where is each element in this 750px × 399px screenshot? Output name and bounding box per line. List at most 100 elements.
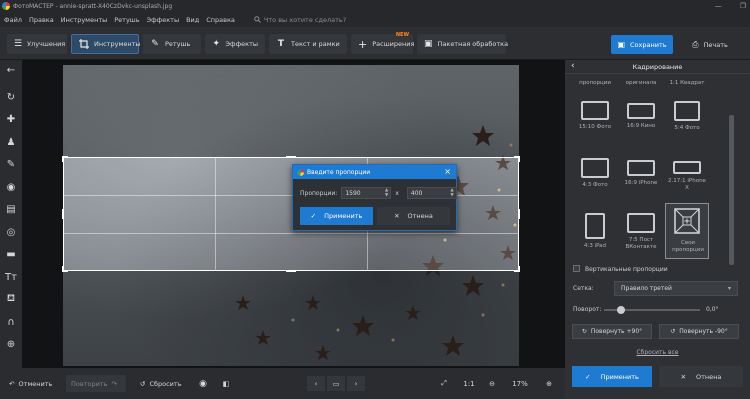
maximize-button[interactable]: ❐: [740, 2, 746, 10]
ratio-tile-iphone-x[interactable]: 2.17:1 iPhone X: [667, 158, 707, 191]
ratio-height-value: 400: [410, 189, 423, 197]
crop-handle-bottom-right[interactable]: [514, 266, 520, 272]
menu-file[interactable]: Файл: [4, 16, 22, 24]
prev-image-button[interactable]: ‹: [307, 376, 325, 391]
back-arrow-icon[interactable]: ←: [4, 63, 18, 77]
stamp-icon[interactable]: ♟: [4, 135, 18, 149]
crop-shade-bottom: [63, 271, 519, 366]
next-image-button[interactable]: ›: [347, 376, 365, 391]
ratio-tile-vk-post[interactable]: 7:5 Пост ВКонтакте: [621, 213, 661, 250]
crop-handle-top-left[interactable]: [62, 156, 68, 162]
crop-handle-bottom-left[interactable]: [62, 266, 68, 272]
healing-icon[interactable]: ✚: [4, 112, 18, 126]
tab-tools[interactable]: Инструменты: [71, 34, 141, 54]
undo-button[interactable]: ↶ Отменить: [4, 375, 57, 392]
folder-icon[interactable]: ▭: [327, 376, 345, 391]
tab-retouch[interactable]: ✎ Ретушь: [143, 34, 201, 54]
menu-view[interactable]: Вид: [186, 16, 199, 24]
fill-icon[interactable]: ⛾: [4, 292, 18, 306]
save-button[interactable]: ▣ Сохранить: [611, 35, 673, 54]
reset-label: Сбросить: [149, 379, 182, 388]
menu-search[interactable]: Что вы хотите сделать?: [254, 16, 346, 24]
apply-button-label: Применить: [600, 372, 639, 381]
ratio-tile-16-9-cinema[interactable]: 16:9 Кино: [621, 101, 661, 130]
rotation-label: Поворот:: [573, 306, 602, 313]
rotate-plus-90-label: Повернуть +90°: [590, 328, 643, 335]
tab-extensions[interactable]: + Расширения NEW: [351, 32, 414, 54]
vertical-ratio-checkbox[interactable]: [573, 265, 580, 272]
text-tool-icon[interactable]: Tт: [4, 270, 18, 284]
tab-improvements[interactable]: ☰ Улучшения: [7, 34, 67, 54]
grid-select[interactable]: Правило третей ▾: [614, 281, 738, 296]
crop-handle-top[interactable]: [286, 156, 296, 158]
cancel-button[interactable]: ✕ Отнена: [659, 366, 743, 387]
ratio-frame-icon: [673, 161, 701, 174]
ratio-tile-15-10[interactable]: 15:10 Фото: [575, 101, 615, 131]
ratio-tile-5-4[interactable]: 5:4 Фото: [667, 101, 707, 132]
ratio-frame-icon: [585, 213, 605, 239]
tab-effects[interactable]: ✦ Эффекты: [205, 34, 265, 54]
fit-screen-icon[interactable]: ⤢: [436, 376, 452, 391]
rectangle-icon[interactable]: ▬: [4, 247, 18, 261]
stepper-icon[interactable]: ▲ ▼: [385, 188, 388, 198]
minimize-button[interactable]: —: [715, 2, 722, 10]
ratio-tile-16-9-iphone[interactable]: 16:9 iPhone: [621, 158, 661, 187]
print-button[interactable]: ⎙ Печать: [680, 35, 740, 54]
ratio-tile-4-3-ipad[interactable]: 4:3 iPad: [575, 213, 615, 250]
ratio-tile-label: 16:9 iPhone: [624, 180, 658, 186]
ratio-frame-icon: [581, 158, 609, 178]
menu-edit[interactable]: Правка: [29, 16, 54, 24]
crop-handle-top-right[interactable]: [514, 156, 520, 162]
gradient-filter-icon[interactable]: ▤: [4, 202, 18, 216]
menu-tools[interactable]: Инструменты: [61, 16, 108, 24]
crop-handle-left[interactable]: [62, 209, 64, 219]
dialog-apply-button[interactable]: ✓ Применить: [300, 207, 373, 225]
rotation-slider-knob[interactable]: [617, 306, 625, 314]
zoom-level[interactable]: 17%: [505, 376, 535, 391]
dialog-cancel-button[interactable]: ✕ Отнена: [377, 207, 450, 225]
crop-handle-bottom[interactable]: [286, 270, 296, 272]
plus-icon: +: [358, 37, 368, 51]
globe-icon[interactable]: ⊕: [4, 337, 18, 351]
rotate-plus-90-button[interactable]: ↻ Повернуть +90°: [572, 324, 652, 339]
close-icon[interactable]: ×: [444, 167, 451, 176]
zoom-in-icon[interactable]: ⊕: [543, 376, 555, 391]
back-chevron-icon[interactable]: ‹: [571, 61, 575, 71]
menu-help[interactable]: Справка: [206, 16, 235, 24]
vignette-icon[interactable]: ◎: [4, 225, 18, 239]
menu-effects[interactable]: Эффекты: [147, 16, 180, 24]
panel-title: Кадрирование: [632, 62, 683, 71]
ratio-tile-custom[interactable]: Свои пропорции: [665, 203, 709, 259]
tab-text-frames[interactable]: T Текст и рамки: [269, 34, 347, 54]
reset-button[interactable]: ↺ Сбросить: [135, 375, 187, 392]
tab-tools-label: Инструменты: [94, 40, 141, 48]
ratio-frame-icon: [627, 160, 655, 176]
ratio-tile-4-3[interactable]: 4:3 Фото: [575, 158, 615, 189]
apply-button[interactable]: ✓ Применить: [572, 366, 652, 387]
rotate-icon[interactable]: ↻: [4, 90, 18, 104]
radial-filter-icon[interactable]: ◉: [4, 180, 18, 194]
ratio-tile-label: Свои пропорции: [672, 240, 704, 253]
app-logo-icon: [2, 2, 10, 10]
new-badge: NEW: [395, 32, 409, 38]
eye-icon[interactable]: ◉: [194, 376, 212, 391]
redo-button[interactable]: Повторить ↷: [66, 375, 126, 392]
reset-all-link[interactable]: Сбросить все: [565, 349, 750, 356]
magnet-icon[interactable]: ∩: [4, 315, 18, 329]
brush-tool-icon[interactable]: ✎: [4, 157, 18, 171]
menu-retouch[interactable]: Ретушь: [114, 16, 139, 24]
panel-scrollbar[interactable]: [729, 115, 734, 265]
rotate-minus-90-button[interactable]: ↺ Повернуть -90°: [659, 324, 739, 339]
stepper-icon[interactable]: ▲ ▼: [450, 188, 453, 198]
ratio-width-input[interactable]: 1590 ▲ ▼: [341, 187, 392, 199]
ratio-height-input[interactable]: 400 ▲ ▼: [406, 187, 457, 199]
cancel-button-label: Отнена: [696, 372, 722, 381]
tab-effects-label: Эффекты: [225, 40, 259, 48]
actual-size-button[interactable]: 1:1: [460, 376, 478, 391]
tab-improvements-label: Улучшения: [27, 40, 66, 48]
crop-handle-right[interactable]: [518, 209, 520, 219]
batch-icon: ▣: [424, 39, 433, 49]
zoom-out-icon[interactable]: ⊖: [486, 376, 498, 391]
compare-icon[interactable]: ◧: [218, 376, 234, 391]
batch-processing-button[interactable]: ▣ Пакетная обработка: [417, 34, 508, 54]
